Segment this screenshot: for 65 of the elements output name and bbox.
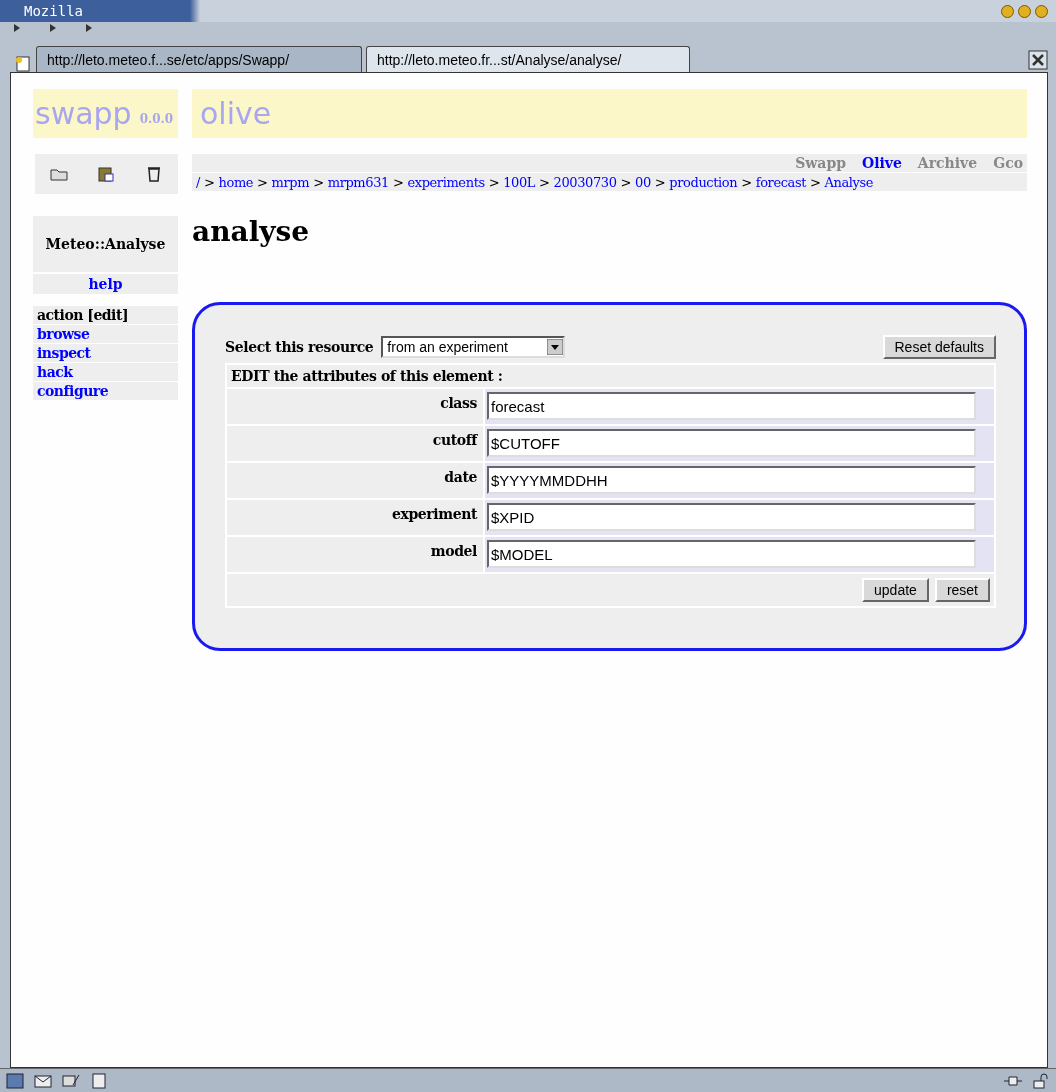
input-field[interactable]: forecast <box>487 392 976 420</box>
separator: > <box>810 174 821 190</box>
module-name: Meteo::Analyse <box>33 216 178 272</box>
triangle-icon[interactable] <box>50 24 56 32</box>
reset-defaults-button[interactable]: Reset defaults <box>882 335 996 359</box>
field-label: cutoff <box>227 426 483 461</box>
action-link[interactable]: hack <box>33 363 178 381</box>
page-icon[interactable] <box>14 56 32 72</box>
breadcrumb-link[interactable]: production <box>669 174 738 190</box>
address-book-icon[interactable] <box>90 1072 108 1089</box>
version-label: 0.0.0 <box>139 111 174 126</box>
browser-tab[interactable]: http://leto.meteo.f...se/etc/apps/Swapp/ <box>36 46 362 72</box>
breadcrumb-link[interactable]: home <box>218 174 254 190</box>
help-link[interactable]: help <box>33 274 178 294</box>
action-link[interactable]: configure <box>33 382 178 400</box>
breadcrumb-link[interactable]: forecast <box>755 174 806 190</box>
select-label: Select this resource <box>225 339 374 355</box>
padlock-icon <box>1032 1072 1050 1089</box>
breadcrumb-link[interactable]: 00 <box>635 174 651 190</box>
close-tab-icon[interactable] <box>1028 50 1048 70</box>
triangle-icon[interactable] <box>86 24 92 32</box>
breadcrumb-link[interactable]: / <box>196 174 200 190</box>
form-button[interactable]: update <box>862 578 929 602</box>
section-heading: EDIT the attributes of this element : <box>227 365 994 387</box>
breadcrumb-link[interactable]: 100L <box>503 174 536 190</box>
navigator-icon[interactable] <box>6 1072 24 1089</box>
separator: > <box>488 174 500 190</box>
input-field[interactable]: $CUTOFF <box>487 429 976 457</box>
action-link[interactable]: action [edit] <box>33 306 178 324</box>
breadcrumb-link[interactable]: mrpm631 <box>327 174 389 190</box>
input-field[interactable]: $XPID <box>487 503 976 531</box>
breadcrumb-link[interactable]: 20030730 <box>553 174 617 190</box>
input-field[interactable]: $YYYYMMDDHH <box>487 466 976 494</box>
clipboard-icon[interactable] <box>97 166 116 182</box>
field-label: experiment <box>227 500 483 535</box>
caret-icon <box>547 339 564 355</box>
field-label: date <box>227 463 483 498</box>
browser-tab[interactable]: http://leto.meteo.fr...st/Analyse/analyse/ <box>366 46 690 72</box>
window-title: Mozilla <box>24 3 83 19</box>
separator: > <box>741 174 752 190</box>
action-link[interactable]: inspect <box>33 344 178 362</box>
separator: > <box>313 174 324 190</box>
app-title: olive <box>200 96 272 131</box>
mail-icon[interactable] <box>34 1072 52 1089</box>
page-heading: analyse <box>192 215 311 248</box>
input-field[interactable]: $MODEL <box>487 540 976 568</box>
action-link[interactable]: browse <box>33 325 178 343</box>
triangle-icon[interactable] <box>14 24 20 32</box>
folder-icon[interactable] <box>49 166 68 182</box>
separator: > <box>392 174 404 190</box>
separator: > <box>654 174 666 190</box>
nav-link[interactable]: Olive <box>862 155 902 171</box>
composer-icon[interactable] <box>62 1072 80 1089</box>
field-label: class <box>227 389 483 424</box>
app-logo: swapp <box>35 96 132 131</box>
breadcrumb-link[interactable]: Analyse <box>824 174 874 190</box>
resource-select[interactable]: from an experiment <box>381 336 566 358</box>
separator: > <box>539 174 550 190</box>
field-label: model <box>227 537 483 572</box>
breadcrumb-link[interactable]: mrpm <box>271 174 310 190</box>
form-button[interactable]: reset <box>934 578 990 602</box>
separator: > <box>620 174 632 190</box>
separator: > <box>257 174 268 190</box>
separator: > <box>204 174 215 190</box>
breadcrumb-link[interactable]: experiments <box>407 174 485 190</box>
